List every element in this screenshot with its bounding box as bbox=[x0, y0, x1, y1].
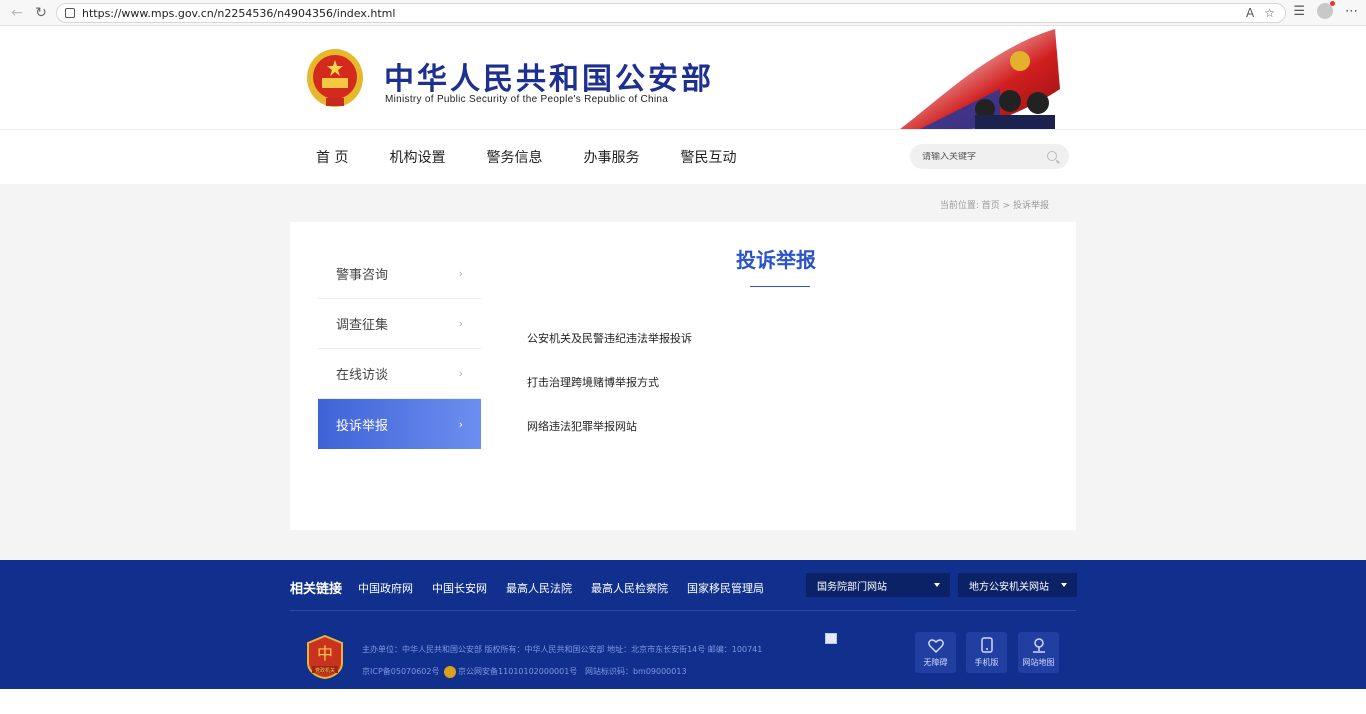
content-panel: 警事咨询 › 调查征集 › 在线访谈 › 投诉举报 › 投诉举报 公安机关及民警… bbox=[290, 222, 1076, 530]
site-title: 中华人民共和国公安部 bbox=[384, 62, 714, 97]
link-list: 公安机关及民警违纪违法举报投诉 打击治理跨境赌博举报方式 网络违法犯罪举报网站 bbox=[527, 330, 692, 462]
police-record[interactable]: 京公网安备11010102000001号 bbox=[458, 667, 577, 676]
chevron-right-icon: › bbox=[458, 417, 463, 431]
sitemap-button[interactable]: 网站地图 bbox=[1018, 632, 1059, 673]
sidebar-item-interview[interactable]: 在线访谈 › bbox=[318, 349, 481, 399]
chevron-right-icon: › bbox=[458, 267, 463, 280]
footer-info: 主办单位：中华人民共和国公安部 版权所有：中华人民共和国公安部 地址：北京市东长… bbox=[362, 639, 762, 683]
related-links-title: 相关链接 bbox=[290, 582, 343, 597]
heart-accessibility-icon bbox=[927, 639, 944, 653]
party-government-badge-icon[interactable]: 中 党政机关 bbox=[306, 635, 344, 679]
more-menu-icon[interactable]: ⋯ bbox=[1345, 4, 1358, 19]
footer-link[interactable]: 中国政府网 bbox=[358, 580, 413, 596]
site-subtitle: Ministry of Public Security of the Peopl… bbox=[385, 94, 669, 105]
sidebar: 警事咨询 › 调查征集 › 在线访谈 › 投诉举报 › bbox=[318, 249, 481, 449]
footer-record-line: 京ICP备05070602号 京公网安备11010102000001号 网站标识… bbox=[362, 661, 762, 683]
list-item[interactable]: 打击治理跨境赌博举报方式 bbox=[527, 374, 692, 389]
nav-item-services[interactable]: 办事服务 bbox=[583, 147, 639, 167]
footer-link[interactable]: 最高人民法院 bbox=[506, 580, 572, 596]
back-icon[interactable]: ← bbox=[6, 2, 28, 24]
nav-item-police-info[interactable]: 警务信息 bbox=[486, 147, 542, 167]
site-code: 网站标识码：bm09000013 bbox=[584, 667, 687, 676]
refresh-icon[interactable]: ↻ bbox=[30, 2, 52, 24]
sidebar-item-label: 警事咨询 bbox=[336, 268, 389, 283]
search-input[interactable] bbox=[922, 151, 1032, 162]
url-text: https://www.mps.gov.cn/n2254536/n4904356… bbox=[82, 6, 396, 20]
police-flag-banner bbox=[900, 29, 1060, 129]
favorite-star-icon[interactable]: ☆ bbox=[1264, 6, 1275, 20]
list-item[interactable]: 公安机关及民警违纪违法举报投诉 bbox=[527, 330, 692, 345]
tool-label: 手机版 bbox=[974, 658, 999, 667]
footer-link[interactable]: 最高人民检察院 bbox=[591, 580, 668, 596]
police-record-icon bbox=[444, 665, 457, 678]
accessibility-button[interactable]: 无障碍 bbox=[915, 632, 956, 673]
footer-link[interactable]: 中国长安网 bbox=[432, 580, 487, 596]
dropdown-label: 地方公安机关网站 bbox=[969, 581, 1049, 593]
local-police-dropdown[interactable]: 地方公安机关网站 bbox=[958, 573, 1077, 597]
footer-link[interactable]: 国家移民管理局 bbox=[687, 580, 764, 596]
page-title: 投诉举报 bbox=[736, 248, 816, 272]
tool-label: 网站地图 bbox=[1022, 658, 1055, 667]
breadcrumb: 当前位置: 首页 > 投诉举报 bbox=[939, 201, 1049, 211]
caret-down-icon bbox=[1061, 583, 1067, 587]
nav-item-interaction[interactable]: 警民互动 bbox=[680, 147, 736, 167]
sidebar-item-complaint[interactable]: 投诉举报 › bbox=[318, 399, 481, 449]
related-links: 相关链接 中国政府网 中国长安网 最高人民法院 最高人民检察院 国家移民管理局 bbox=[290, 578, 783, 598]
mobile-phone-icon bbox=[980, 637, 993, 653]
favorites-list-icon[interactable]: ☰ bbox=[1293, 4, 1305, 19]
chevron-right-icon: › bbox=[458, 317, 463, 330]
national-emblem-icon bbox=[307, 49, 363, 107]
site-footer: 相关链接 中国政府网 中国长安网 最高人民法院 最高人民检察院 国家移民管理局 … bbox=[0, 560, 1366, 689]
sidebar-item-survey[interactable]: 调查征集 › bbox=[318, 299, 481, 349]
svg-text:中: 中 bbox=[317, 644, 333, 663]
badge-label: 党政机关 bbox=[315, 667, 335, 674]
main-nav: 首 页 机构设置 警务信息 办事服务 警民互动 bbox=[0, 130, 1366, 184]
site-header: 中华人民共和国公安部 Ministry of Public Security o… bbox=[0, 26, 1366, 130]
sidebar-item-consult[interactable]: 警事咨询 › bbox=[318, 249, 481, 299]
sidebar-item-label: 投诉举报 bbox=[336, 418, 389, 434]
main-area: 当前位置: 首页 > 投诉举报 警事咨询 › 调查征集 › 在线访谈 › 投诉举… bbox=[0, 184, 1366, 560]
state-council-dropdown[interactable]: 国务院部门网站 bbox=[806, 573, 950, 597]
nav-item-organization[interactable]: 机构设置 bbox=[389, 147, 445, 167]
dropdown-label: 国务院部门网站 bbox=[817, 581, 887, 593]
search-box bbox=[910, 144, 1069, 169]
profile-avatar[interactable] bbox=[1317, 1, 1335, 19]
footer-info-line: 主办单位：中华人民共和国公安部 版权所有：中华人民共和国公安部 地址：北京市东长… bbox=[362, 645, 763, 654]
list-item[interactable]: 网络违法犯罪举报网站 bbox=[527, 418, 692, 433]
lock-icon bbox=[65, 8, 75, 18]
nav-item-home[interactable]: 首 页 bbox=[316, 147, 348, 167]
chevron-right-icon: › bbox=[458, 367, 463, 380]
sidebar-item-label: 在线访谈 bbox=[336, 368, 389, 383]
tool-label: 无障碍 bbox=[923, 658, 948, 667]
read-aloud-icon[interactable]: A bbox=[1246, 6, 1254, 20]
footer-divider bbox=[290, 610, 1076, 611]
broken-image-icon bbox=[825, 633, 837, 644]
browser-toolbar: ← ↻ https://www.mps.gov.cn/n2254536/n490… bbox=[0, 0, 1366, 26]
search-icon[interactable] bbox=[1047, 151, 1057, 161]
icp-record[interactable]: 京ICP备05070602号 bbox=[362, 667, 440, 676]
address-bar[interactable]: https://www.mps.gov.cn/n2254536/n4904356… bbox=[56, 3, 1286, 23]
caret-down-icon bbox=[934, 583, 940, 587]
sidebar-item-label: 调查征集 bbox=[336, 318, 389, 333]
mobile-version-button[interactable]: 手机版 bbox=[966, 632, 1007, 673]
map-pin-icon bbox=[1032, 638, 1045, 653]
title-underline bbox=[750, 286, 810, 287]
